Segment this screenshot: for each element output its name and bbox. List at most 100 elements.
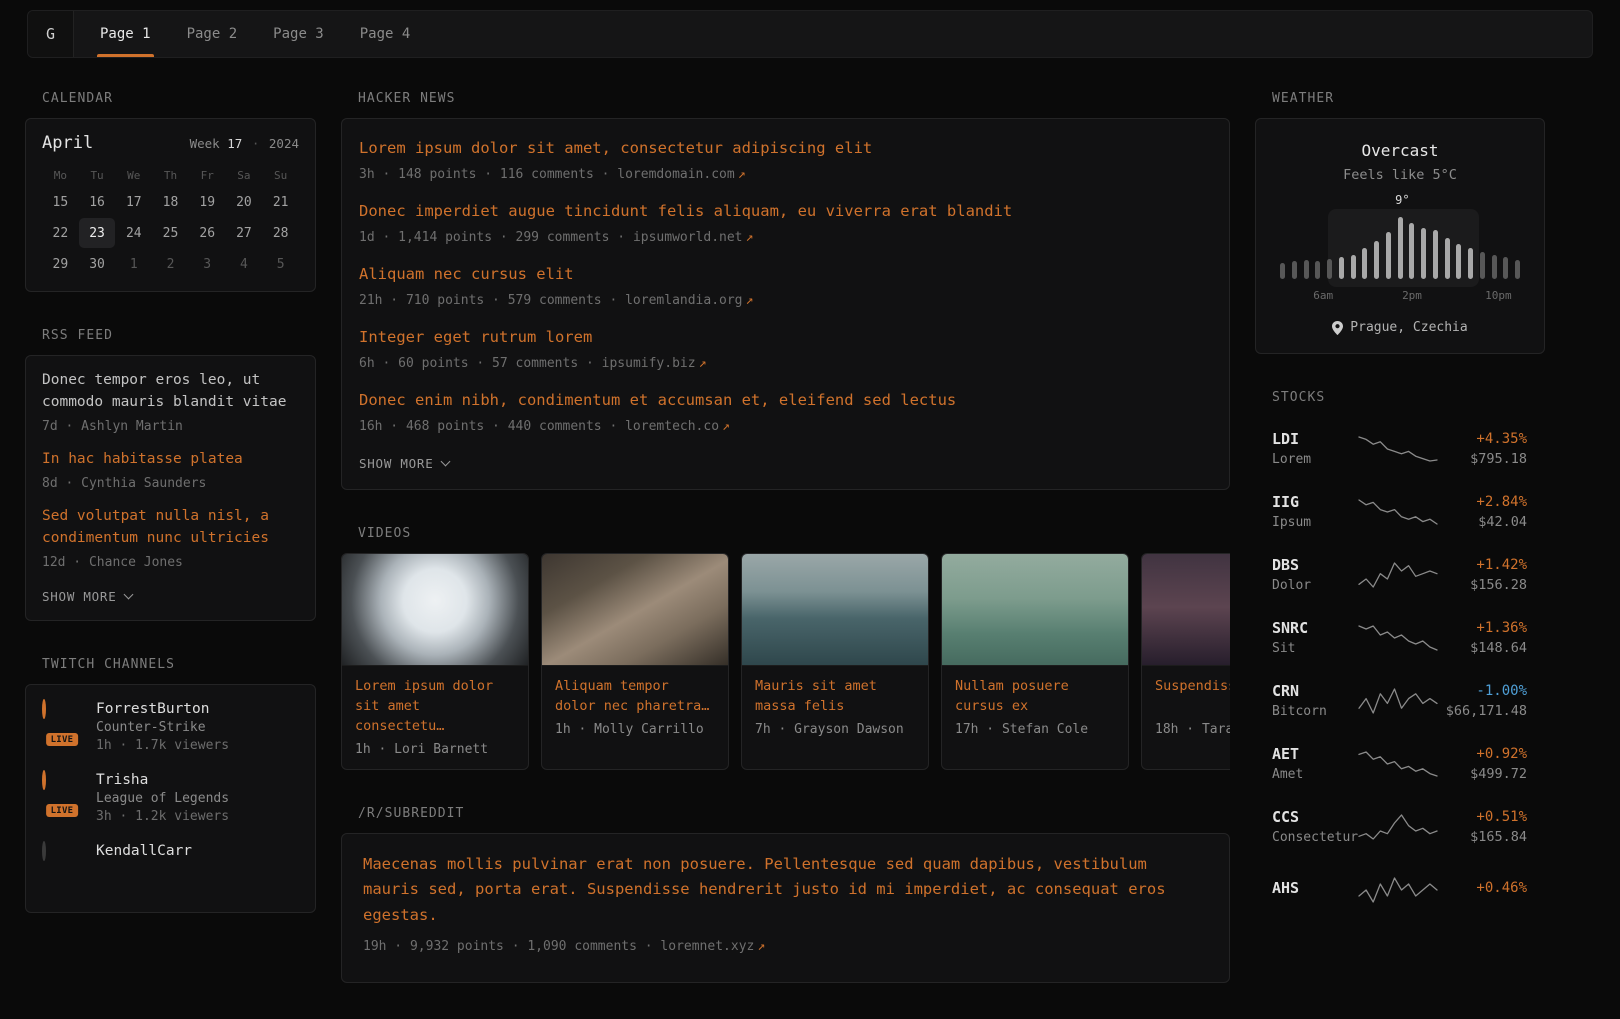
hn-item-stats: 21h · 710 points · 579 comments ·: [359, 293, 625, 308]
tab-page-1[interactable]: Page 1: [82, 11, 169, 57]
weather-hour-bar: [1351, 255, 1356, 279]
calendar-card: April Week 17 · 2024 MoTuWeThFrSaSu 1516…: [25, 118, 316, 292]
stock-name: Bitcorn: [1272, 704, 1354, 719]
stock-price: $148.64: [1441, 640, 1527, 656]
rss-item: In hac habitasse platea 8d · Cynthia Sau…: [42, 449, 299, 493]
hn-item-domain-link[interactable]: loremtech.co: [625, 419, 719, 434]
hn-item-title-link[interactable]: Aliquam nec cursus elit: [359, 263, 1212, 285]
stock-values: +1.42% $156.28: [1441, 557, 1527, 593]
calendar-day: 2: [152, 249, 189, 279]
show-more-label: SHOW MORE: [359, 456, 433, 471]
tab-page-2[interactable]: Page 2: [169, 11, 256, 57]
twitch-channel-row[interactable]: KendallCarr: [42, 843, 299, 883]
weather-hour-bar: [1492, 255, 1497, 279]
hn-item-title-link[interactable]: Integer eget rutrum lorem: [359, 326, 1212, 348]
rss-show-more-button[interactable]: SHOW MORE: [42, 585, 132, 610]
hn-item-domain-link[interactable]: loremdomain.com: [617, 167, 734, 182]
calendar-day: 19: [189, 187, 226, 217]
tab-page-3[interactable]: Page 3: [255, 11, 342, 57]
page-tabs: Page 1 Page 2 Page 3 Page 4: [82, 11, 428, 57]
hackernews-card: Lorem ipsum dolor sit amet, consectetur …: [341, 118, 1230, 490]
weather-time-label: 2pm: [1402, 289, 1422, 302]
video-meta: 7h · Grayson Dawson: [755, 722, 915, 737]
live-badge: LIVE: [46, 804, 78, 817]
weather-hour-bar: [1374, 241, 1379, 279]
video-title: Mauris sit amet massa felis: [755, 676, 915, 716]
stock-info: AET Amet: [1272, 745, 1354, 782]
hn-item-domain-link[interactable]: loremlandia.org: [625, 293, 742, 308]
weather-hourly-chart: 9°: [1280, 217, 1520, 279]
weather-hour-bar: [1280, 263, 1285, 279]
stock-info: LDI Lorem: [1272, 430, 1354, 467]
tab-page-4[interactable]: Page 4: [342, 11, 429, 57]
stock-row[interactable]: CCS Consectetur +0.51% $165.84: [1272, 795, 1527, 858]
video-info: Nullam posuere cursus ex 17h · Stefan Co…: [942, 666, 1128, 749]
stock-row[interactable]: AET Amet +0.92% $499.72: [1272, 732, 1527, 795]
rss-item-title-link[interactable]: Sed volutpat nulla nisl, a condimentum n…: [42, 506, 299, 550]
stock-change: +4.35%: [1441, 431, 1527, 447]
stock-symbol: CCS: [1272, 808, 1354, 826]
avatar: [42, 699, 46, 719]
stock-values: -1.00% $66,171.48: [1441, 683, 1527, 719]
twitch-channel-row[interactable]: LIVE Trisha League of Legends 3h · 1.2k …: [42, 772, 299, 824]
twitch-channel-row[interactable]: LIVE ForrestBurton Counter-Strike 1h · 1…: [42, 701, 299, 753]
hn-item-domain-link[interactable]: ipsumify.biz: [602, 356, 696, 371]
calendar-section-title: CALENDAR: [25, 91, 316, 106]
subreddit-post-domain-link[interactable]: loremnet.xyz: [660, 939, 754, 954]
hackernews-section-title: HACKER NEWS: [341, 91, 1230, 106]
stock-row[interactable]: DBS Dolor +1.42% $156.28: [1272, 543, 1527, 606]
video-card[interactable]: Lorem ipsum dolor sit amet consectetu… 1…: [341, 553, 529, 770]
video-card[interactable]: Nullam posuere cursus ex 17h · Stefan Co…: [941, 553, 1129, 770]
hn-item-domain-link[interactable]: ipsumworld.net: [633, 230, 743, 245]
video-card[interactable]: Aliquam tempor dolor nec pharetra… 1h · …: [541, 553, 729, 770]
stock-row[interactable]: LDI Lorem +4.35% $795.18: [1272, 417, 1527, 480]
hackernews-show-more-button[interactable]: SHOW MORE: [359, 452, 449, 477]
hn-item: Integer eget rutrum lorem 6h · 60 points…: [359, 326, 1212, 374]
weather-card: Overcast Feels like 5°C 9° 6am 2pm 10pm …: [1255, 118, 1545, 354]
rss-item-title-link[interactable]: Donec tempor eros leo, ut commodo mauris…: [42, 370, 299, 414]
calendar-week-prefix: Week: [190, 136, 220, 151]
video-title: Lorem ipsum dolor sit amet consectetu…: [355, 676, 515, 736]
calendar-day: 17: [115, 187, 152, 217]
hn-item-title-link[interactable]: Donec imperdiet augue tincidunt felis al…: [359, 200, 1212, 222]
stock-row[interactable]: CRN Bitcorn -1.00% $66,171.48: [1272, 669, 1527, 732]
calendar-day-headers: MoTuWeThFrSaSu: [42, 163, 299, 187]
stock-sparkline: [1354, 875, 1441, 905]
video-card[interactable]: Suspendisse diam 18h · Tara: [1141, 553, 1230, 770]
weather-hour-bar: [1503, 257, 1508, 279]
video-meta: 1h · Molly Carrillo: [555, 722, 715, 737]
calendar-day: 1: [115, 249, 152, 279]
stock-price: $42.04: [1441, 514, 1527, 530]
subreddit-widget: /R/SUBREDDIT Maecenas mollis pulvinar er…: [341, 806, 1230, 983]
right-column: WEATHER Overcast Feels like 5°C 9° 6am 2…: [1255, 91, 1545, 957]
stock-row[interactable]: AHS +0.46%: [1272, 858, 1527, 921]
rss-item-title-link[interactable]: In hac habitasse platea: [42, 449, 299, 471]
hn-item-title-link[interactable]: Donec enim nibh, condimentum et accumsan…: [359, 389, 1212, 411]
stock-change: +1.36%: [1441, 620, 1527, 636]
videos-section-title: VIDEOS: [341, 526, 1230, 541]
weather-hour-bar: [1480, 252, 1485, 279]
calendar-day: 22: [42, 218, 79, 248]
weather-hour-bar: [1398, 217, 1403, 279]
subreddit-post-title-link[interactable]: Maecenas mollis pulvinar erat non posuer…: [363, 852, 1208, 929]
stock-symbol: CRN: [1272, 682, 1354, 700]
stock-info: AHS: [1272, 879, 1354, 901]
calendar-day-header: Mo: [42, 163, 79, 187]
calendar-day: 5: [262, 249, 299, 279]
calendar-day-header: Th: [152, 163, 189, 187]
hn-item-stats: 6h · 60 points · 57 comments ·: [359, 356, 602, 371]
stock-price: $795.18: [1441, 451, 1527, 467]
weather-location: Prague, Czechia: [1272, 320, 1528, 335]
avatar-wrap: [42, 843, 82, 883]
weather-hour-bar: [1409, 223, 1414, 279]
stock-sparkline: [1354, 812, 1441, 842]
stock-price: $156.28: [1441, 577, 1527, 593]
calendar-year: 2024: [269, 136, 299, 151]
stock-row[interactable]: SNRC Sit +1.36% $148.64: [1272, 606, 1527, 669]
stock-change: +0.51%: [1441, 809, 1527, 825]
video-card[interactable]: Mauris sit amet massa felis 7h · Grayson…: [741, 553, 929, 770]
calendar-day: 4: [226, 249, 263, 279]
weather-hour-bar: [1421, 228, 1426, 279]
hn-item-title-link[interactable]: Lorem ipsum dolor sit amet, consectetur …: [359, 137, 1212, 159]
stock-row[interactable]: IIG Ipsum +2.84% $42.04: [1272, 480, 1527, 543]
